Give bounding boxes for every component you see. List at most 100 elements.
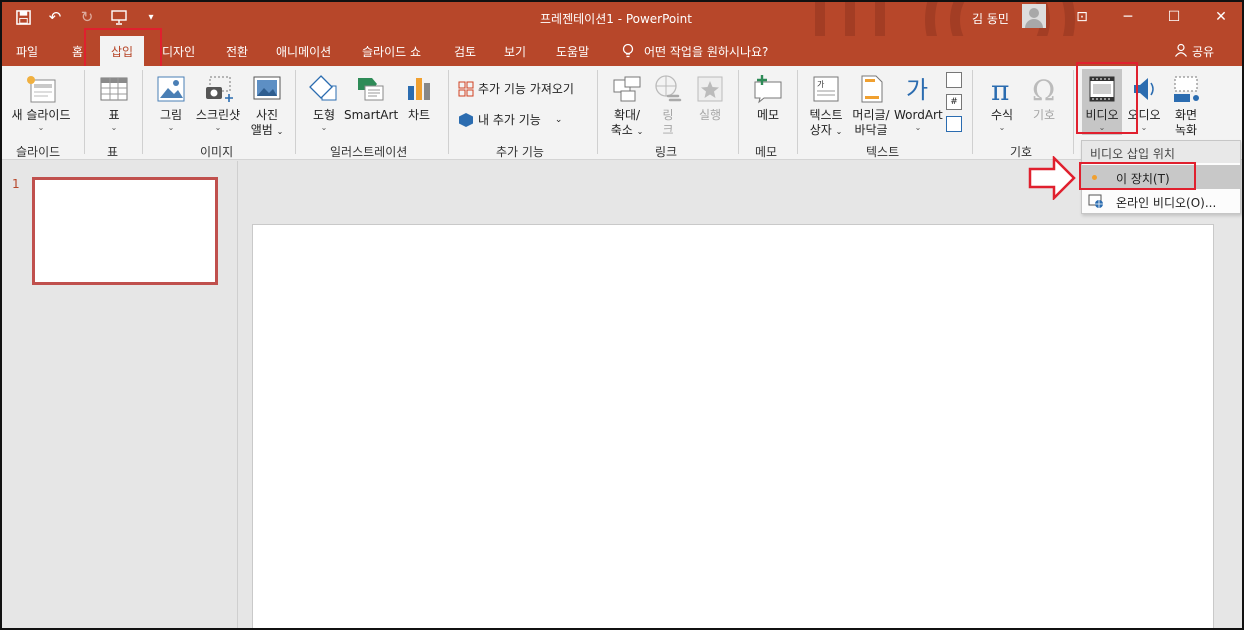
header-footer-label-2: 바닥글 xyxy=(854,123,888,137)
screen-recording-icon xyxy=(1174,76,1199,102)
textbox-label-1: 텍스트 xyxy=(809,108,843,122)
equation-button[interactable]: π 수식 ⌄ xyxy=(982,74,1022,133)
tab-review[interactable]: 검토 xyxy=(454,43,476,60)
undo-icon[interactable]: ↶ xyxy=(46,6,64,28)
group-text-label: 텍스트 xyxy=(866,145,900,159)
group-images-label: 이미지 xyxy=(200,145,234,159)
tab-help[interactable]: 도움말 xyxy=(556,43,589,60)
table-button[interactable]: 표 ⌄ xyxy=(94,74,134,133)
link-button[interactable]: 링 크 xyxy=(650,74,686,138)
link-label-1: 링 xyxy=(662,108,674,122)
new-slide-label: 새 슬라이드 xyxy=(11,108,71,122)
group-addins-label: 추가 기능 xyxy=(496,145,544,159)
slide-canvas[interactable] xyxy=(252,224,1214,630)
group-separator xyxy=(797,70,798,154)
tab-slideshow[interactable]: 슬라이드 쇼 xyxy=(362,43,421,60)
zoom-button[interactable]: 확대/ 축소 ⌄ xyxy=(606,74,648,139)
chart-button[interactable]: 차트 xyxy=(402,74,436,123)
save-icon[interactable] xyxy=(14,6,32,28)
link-label-2: 크 xyxy=(662,123,674,137)
ribbon: 새 슬라이드 ⌄ 슬라이드 표 ⌄ 표 그림 ⌄ 스크린샷 ⌄ 사진 앨범 ⌄ … xyxy=(0,66,1244,160)
tab-design[interactable]: 디자인 xyxy=(162,43,195,60)
group-comments-label: 메모 xyxy=(755,145,778,159)
insert-online-video[interactable]: 온라인 비디오(O)... xyxy=(1082,189,1240,213)
chart-icon xyxy=(408,78,430,100)
comment-icon xyxy=(754,75,782,104)
share-button[interactable]: 공유 xyxy=(1174,43,1214,60)
header-footer-icon xyxy=(861,75,883,103)
shapes-label: 도형 xyxy=(312,108,336,122)
slide-thumbnail[interactable] xyxy=(32,177,218,285)
dropdown-header: 비디오 삽입 위치 xyxy=(1082,141,1240,163)
screenshot-label: 스크린샷 xyxy=(195,108,241,122)
my-addins-button[interactable]: 내 추가 기능 ⌄ xyxy=(458,111,562,128)
chevron-down-icon: ⌄ xyxy=(554,114,563,125)
date-time-icon[interactable] xyxy=(946,72,962,88)
action-label: 실행 xyxy=(698,108,722,122)
textbox-label-2: 상자 xyxy=(809,123,832,137)
textbox-icon: 가 xyxy=(813,76,839,102)
get-addins-button[interactable]: 추가 기능 가져오기 xyxy=(458,80,574,97)
smartart-icon xyxy=(358,78,384,101)
close-icon[interactable]: ✕ xyxy=(1210,6,1232,28)
title-bar: ↶ ↻ ▾ 프레젠테이션1 - PowerPoint 김 동민 ⊡ ─ ☐ ✕ xyxy=(0,0,1244,36)
svg-text:가: 가 xyxy=(817,80,825,89)
action-button[interactable]: 실행 xyxy=(692,74,728,123)
tab-file[interactable]: 파일 xyxy=(16,43,38,60)
header-footer-button[interactable]: 머리글/ 바닥글 xyxy=(848,74,894,138)
photo-album-label-1: 사진 xyxy=(255,108,279,122)
customize-icon[interactable]: ▾ xyxy=(142,6,160,28)
maximize-icon[interactable]: ☐ xyxy=(1163,6,1185,28)
addin-cube-icon xyxy=(459,112,473,127)
wordart-button[interactable]: 가 WordArt ⌄ xyxy=(894,74,943,133)
tab-transitions[interactable]: 전환 xyxy=(226,43,248,60)
shapes-button[interactable]: 도형 ⌄ xyxy=(306,74,342,133)
screenshot-icon xyxy=(206,76,233,102)
slide-thumbnail-pane: 1 xyxy=(0,161,238,630)
new-slide-button[interactable]: 새 슬라이드 ⌄ xyxy=(6,74,76,133)
group-tables-label: 표 xyxy=(107,145,119,159)
table-icon xyxy=(100,77,128,101)
tab-view[interactable]: 보기 xyxy=(504,43,526,60)
textbox-button[interactable]: 가 텍스트 상자 ⌄ xyxy=(806,74,846,139)
chevron-down-icon: ⌄ xyxy=(167,123,175,132)
group-separator xyxy=(1073,70,1074,154)
my-addins-label: 내 추가 기능 xyxy=(478,113,541,127)
screenshot-button[interactable]: 스크린샷 ⌄ xyxy=(193,74,243,133)
symbol-button[interactable]: Ω 기호 xyxy=(1024,74,1064,123)
group-separator xyxy=(295,70,296,154)
slide-number-icon[interactable]: # xyxy=(946,94,962,110)
ribbon-display-icon[interactable]: ⊡ xyxy=(1071,6,1093,28)
tell-me-text: 어떤 작업을 원하시나요? xyxy=(644,45,769,59)
tab-home[interactable]: 홈 xyxy=(72,43,83,60)
svg-text:가: 가 xyxy=(906,76,928,104)
tell-me-search[interactable]: 어떤 작업을 원하시나요? xyxy=(622,43,768,62)
slideshow-icon[interactable] xyxy=(110,6,128,28)
share-label: 공유 xyxy=(1192,45,1215,59)
picture-icon xyxy=(157,76,185,102)
minimize-icon[interactable]: ─ xyxy=(1117,6,1139,28)
tab-animations[interactable]: 애니메이션 xyxy=(276,43,331,60)
annotation-arrow-icon xyxy=(1028,156,1076,200)
chevron-down-icon: ⌄ xyxy=(320,123,328,132)
group-separator xyxy=(597,70,598,154)
chevron-down-icon: ⌄ xyxy=(998,123,1006,132)
redo-icon[interactable]: ↻ xyxy=(78,6,96,28)
quick-access-toolbar: ↶ ↻ ▾ xyxy=(14,6,160,28)
title-bar-pattern xyxy=(815,0,1075,36)
smartart-label: SmartArt xyxy=(344,108,399,122)
chart-label: 차트 xyxy=(407,108,431,122)
photo-album-button[interactable]: 사진 앨범 ⌄ xyxy=(246,74,288,139)
chevron-down-icon: ⌄ xyxy=(636,127,644,136)
comment-label: 메모 xyxy=(756,108,780,122)
lightbulb-icon xyxy=(622,43,634,62)
object-icon[interactable] xyxy=(946,116,962,132)
avatar[interactable] xyxy=(1022,4,1046,28)
picture-button[interactable]: 그림 ⌄ xyxy=(153,74,189,133)
screen-recording-button[interactable]: 화면 녹화 xyxy=(1166,74,1206,138)
comment-button[interactable]: 메모 xyxy=(748,74,788,123)
user-name[interactable]: 김 동민 xyxy=(972,10,1009,27)
shapes-icon xyxy=(309,75,337,101)
smartart-button[interactable]: SmartArt xyxy=(344,74,398,123)
pi-icon: π xyxy=(991,74,1009,104)
